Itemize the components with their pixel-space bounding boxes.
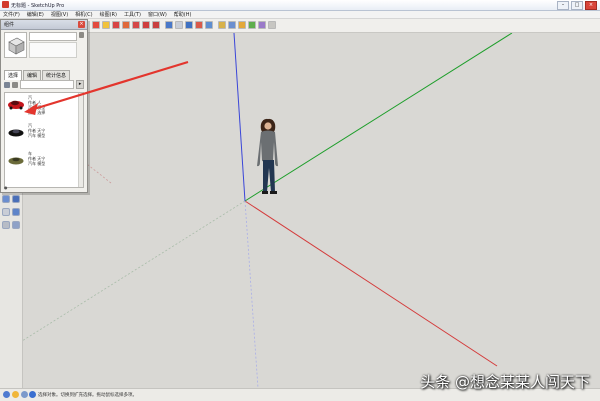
credits-icon[interactable] — [12, 391, 19, 398]
annotation-arrow-head — [24, 103, 38, 115]
help-icon[interactable] — [29, 391, 36, 398]
geo-location-icon[interactable] — [3, 391, 10, 398]
annotation-arrow — [33, 60, 189, 111]
status-message: 选择对象。切换到扩充选择。拖动鼠标选择多项。 — [38, 393, 137, 398]
user-icon[interactable] — [21, 391, 28, 398]
watermark: 头条 @想念某某人闯天下 — [420, 373, 590, 391]
annotation-layer — [24, 60, 189, 115]
